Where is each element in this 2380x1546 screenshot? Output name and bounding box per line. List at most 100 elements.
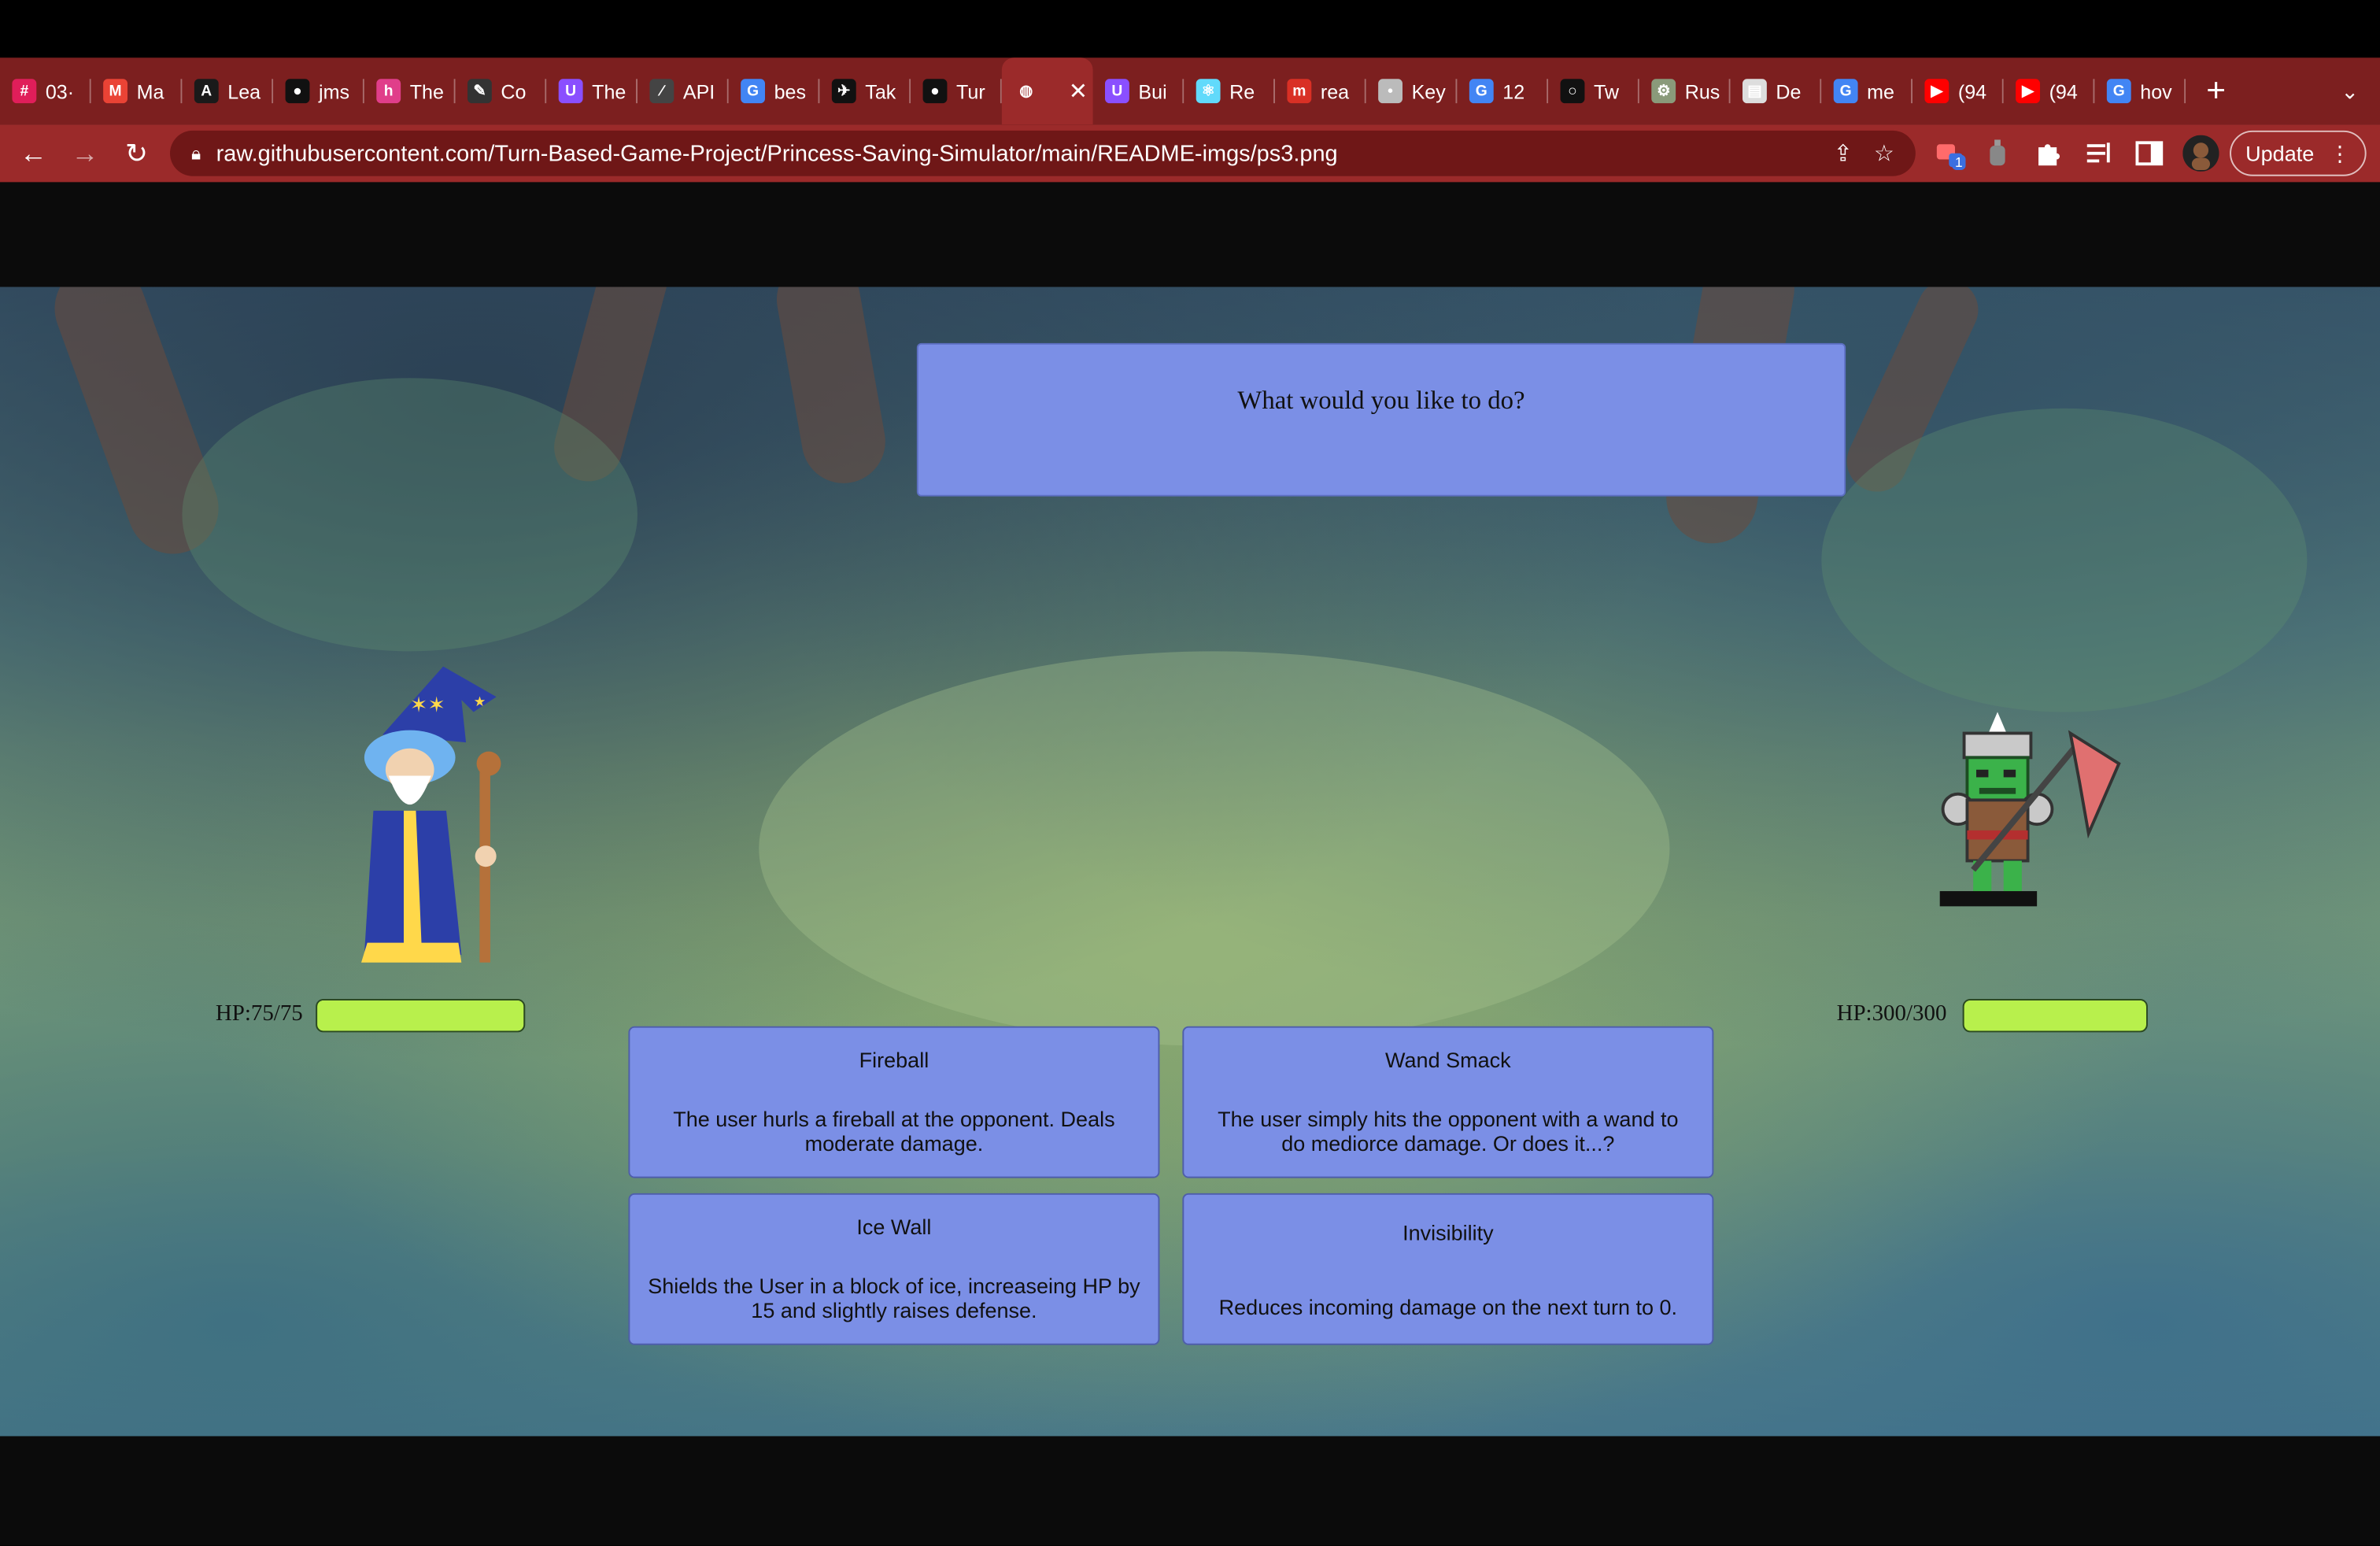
reload-icon[interactable]: ↻	[111, 128, 163, 179]
enemy-hp-bar	[1962, 998, 2148, 1033]
browser-toolbar: ← → ↻ 🔒︎ raw.githubusercontent.com/Turn-…	[0, 124, 2380, 183]
hackmd-icon: h	[376, 79, 401, 104]
reading-list-icon[interactable]	[2084, 124, 2115, 182]
medium-icon: m	[1287, 79, 1312, 104]
update-button[interactable]: Update ⋮	[2230, 130, 2367, 176]
browser-tab[interactable]: Ghov	[2094, 57, 2186, 124]
browser-tab[interactable]: h The	[364, 57, 456, 124]
tab-label: Key	[1411, 80, 1446, 103]
player-hp-label: HP:75/75	[215, 1001, 303, 1026]
tab-label: jms	[318, 80, 349, 103]
tab-label: API	[682, 80, 715, 103]
github-icon: ●	[285, 79, 310, 104]
move-name: Wand Smack	[1385, 1047, 1511, 1072]
globe-icon: ◍	[1019, 83, 1033, 100]
browser-tab[interactable]: ∕ API	[638, 57, 729, 124]
browser-tab[interactable]: U Bui	[1093, 57, 1184, 124]
foliage	[182, 378, 638, 652]
browser-tab[interactable]: • Key	[1366, 57, 1458, 124]
new-tab-plus-icon[interactable]: +	[2186, 57, 2246, 124]
bookmark-star-icon[interactable]: ☆	[1874, 139, 1894, 167]
youtube-icon: ▶	[2016, 79, 2040, 104]
tab-search-chevron-icon[interactable]: ⌄	[2341, 79, 2359, 105]
tab-label: (94	[2049, 80, 2078, 103]
move-wand-smack-button[interactable]: Wand Smack The user simply hits the oppo…	[1182, 1026, 1714, 1178]
browser-tab[interactable]: Gbes	[729, 57, 820, 124]
move-name: Fireball	[859, 1047, 929, 1072]
gmail-icon: M	[103, 79, 128, 104]
tab-label: Tur	[955, 80, 985, 103]
browser-tab[interactable]: ✎ Co	[456, 57, 547, 124]
youtube-icon: ▶	[1924, 79, 1949, 104]
browser-tab[interactable]: ✈ Tak	[819, 57, 911, 124]
move-ice-wall-button[interactable]: Ice Wall Shields the User in a block of …	[628, 1193, 1160, 1345]
game-scene: What would you like to do? ✶✶ ★ HP:75/75…	[0, 287, 2380, 1437]
more-menu-icon[interactable]: ⋮	[2330, 140, 2351, 166]
browser-tab[interactable]: ◍ ✕	[1001, 57, 1093, 125]
tab-label: Co	[501, 80, 527, 103]
side-panel-icon[interactable]	[2134, 124, 2165, 182]
google-icon: G	[741, 79, 765, 104]
browser-tab[interactable]: ● Tur	[911, 57, 1002, 124]
close-tab-icon[interactable]: ✕	[1069, 77, 1088, 105]
doc-icon: ▤	[1742, 79, 1767, 104]
tab-label: Ma	[136, 80, 164, 103]
browser-tab[interactable]: G 12	[1457, 57, 1549, 124]
svg-text:★: ★	[474, 694, 486, 710]
extension-video-icon[interactable]: 1	[1934, 124, 1966, 182]
browser-tab[interactable]: M Ma	[91, 57, 183, 124]
tab-label: Rus	[1684, 80, 1720, 103]
extension-bottle-icon[interactable]	[1988, 124, 2006, 182]
apple-icon: •	[1378, 79, 1402, 104]
player-hp-bar	[316, 998, 526, 1033]
foliage	[1821, 408, 2308, 712]
wizard-sprite: ✶✶ ★	[360, 666, 501, 963]
enemy-hp-fill	[1964, 1000, 2146, 1031]
extension-badge: 1	[1952, 154, 1966, 170]
address-bar[interactable]: 🔒︎ raw.githubusercontent.com/Turn-Based-…	[169, 130, 1916, 176]
forward-arrow-icon[interactable]: →	[59, 128, 111, 179]
move-description: The user hurls a fireball at the opponen…	[673, 1106, 1115, 1156]
move-invisibility-button[interactable]: Invisibility Reduces incoming damage on …	[1182, 1193, 1714, 1345]
browser-tab[interactable]: ○ Tw	[1548, 57, 1639, 124]
tab-label: The	[592, 80, 626, 103]
tab-label: (94	[1957, 80, 1987, 103]
orc-sprite	[1939, 712, 2121, 907]
browser-tab[interactable]: ▶ (94	[2004, 57, 2095, 124]
browser-tab[interactable]: U The	[546, 57, 638, 124]
tree-trunk	[770, 287, 893, 490]
browser-tab[interactable]: A Lea	[182, 57, 274, 124]
mac-menu-bar	[0, 0, 2380, 58]
tab-label: The	[409, 80, 444, 103]
udemy-icon: U	[1104, 79, 1129, 104]
browser-tab[interactable]: Gme	[1821, 57, 1913, 124]
browser-tab[interactable]: ⚛ Re	[1184, 57, 1275, 124]
move-fireball-button[interactable]: Fireball The user hurls a fireball at th…	[628, 1026, 1160, 1178]
browser-tab[interactable]: ▶ (94	[1913, 57, 2004, 124]
move-description: Reduces incoming damage on the next turn…	[1218, 1295, 1678, 1319]
google-icon: G	[2106, 79, 2131, 104]
url-text[interactable]: raw.githubusercontent.com/Turn-Based-Gam…	[216, 140, 1834, 166]
move-description: Shields the User in a block of ice, incr…	[648, 1274, 1140, 1322]
browser-tab[interactable]: #03·	[0, 57, 91, 124]
foliage	[759, 651, 1670, 1046]
takeout-icon: ✈	[831, 79, 856, 104]
browser-tab[interactable]: m rea	[1275, 57, 1366, 124]
extensions-puzzle-icon[interactable]	[2034, 124, 2064, 182]
api-icon: ∕	[649, 79, 674, 104]
back-arrow-icon[interactable]: ←	[8, 128, 60, 179]
tab-label: hov	[2140, 80, 2172, 103]
profile-avatar[interactable]	[2182, 124, 2219, 182]
browser-tab[interactable]: ⚙ Rus	[1639, 57, 1731, 124]
notebook-icon: ✎	[467, 79, 492, 104]
player-hp-fill	[317, 1000, 524, 1031]
tab-label: Tak	[865, 80, 896, 103]
move-name: Ice Wall	[856, 1214, 932, 1239]
move-description: The user simply hits the opponent with a…	[1218, 1106, 1679, 1156]
share-icon[interactable]: ⇪	[1834, 139, 1853, 167]
browser-tab[interactable]: ● jms	[273, 57, 364, 124]
rust-icon: ⚙	[1651, 79, 1676, 104]
lock-icon[interactable]: 🔒︎	[191, 142, 201, 165]
github-icon: ●	[922, 79, 948, 104]
browser-tab[interactable]: ▤ De	[1731, 57, 1822, 124]
